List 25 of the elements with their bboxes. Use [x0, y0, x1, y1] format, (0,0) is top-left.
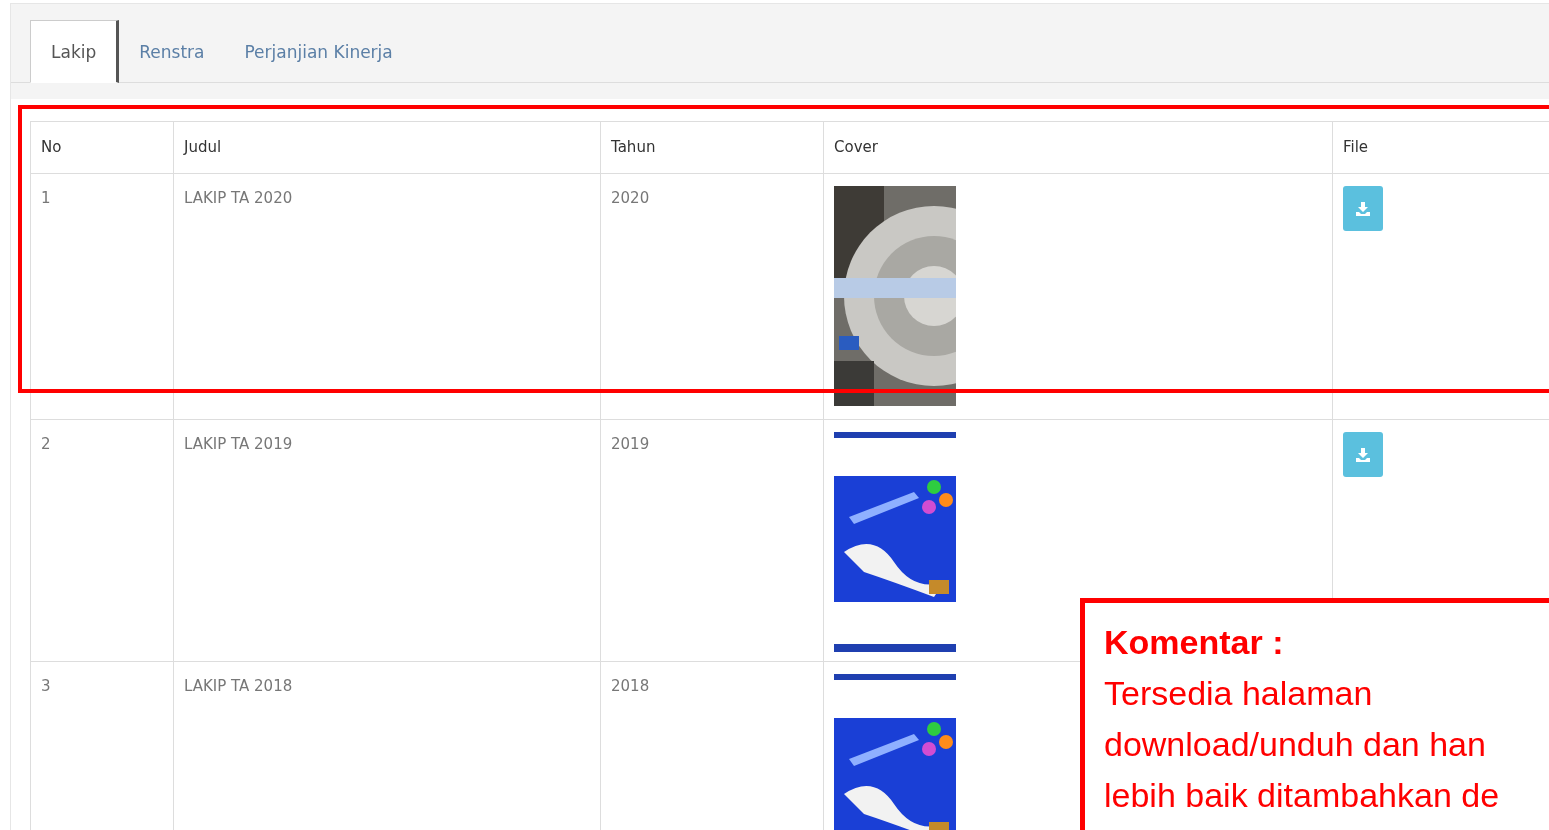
table-cell: 2018 [601, 662, 824, 830]
tab[interactable]: Lakip [30, 20, 120, 83]
tab[interactable]: Renstra [119, 20, 225, 83]
download-button[interactable] [1343, 186, 1383, 231]
table-cell: LAKIP TA 2020 [174, 174, 601, 420]
column-header: Tahun [601, 122, 824, 174]
column-header: No [31, 122, 174, 174]
table-cell: LAKIP TA 2018 [174, 662, 601, 830]
table-cell: 2 [31, 420, 174, 662]
download-icon [1356, 201, 1370, 216]
table-cell: 3 [31, 662, 174, 830]
comment-title: Komentar : [1104, 622, 1285, 663]
comment-text: Tersedia halaman [1104, 673, 1374, 714]
column-header: Judul [174, 122, 601, 174]
table-cell: 2019 [601, 420, 824, 662]
table-cell: 1 [31, 174, 174, 420]
comment-text: lebih baik ditambahkan de [1104, 775, 1501, 816]
column-header: File [1333, 122, 1549, 174]
download-button[interactable] [1343, 432, 1383, 477]
column-header: Cover [824, 122, 1333, 174]
table-cell: LAKIP TA 2019 [174, 420, 601, 662]
tab[interactable]: Perjanjian Kinerja [224, 20, 413, 83]
comment-text: download/unduh dan han [1104, 724, 1487, 765]
table-cell: 2020 [601, 174, 824, 420]
download-icon [1356, 447, 1370, 462]
